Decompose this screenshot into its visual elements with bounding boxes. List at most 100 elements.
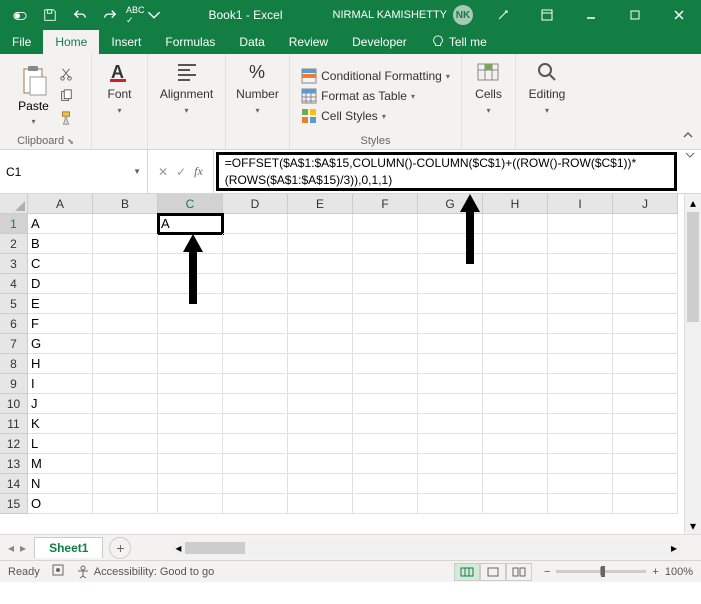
- cell-A4[interactable]: D: [28, 274, 93, 294]
- cell-G7[interactable]: [418, 334, 483, 354]
- cell-A7[interactable]: G: [28, 334, 93, 354]
- row-header-1[interactable]: 1: [0, 214, 28, 234]
- sheet-tab-1[interactable]: Sheet1: [34, 537, 103, 558]
- cell-I7[interactable]: [548, 334, 613, 354]
- cell-D11[interactable]: [223, 414, 288, 434]
- cell-F3[interactable]: [353, 254, 418, 274]
- cell-E8[interactable]: [288, 354, 353, 374]
- cell-C15[interactable]: [158, 494, 223, 514]
- cell-B4[interactable]: [93, 274, 158, 294]
- formula-input[interactable]: =OFFSET($A$1:$A$15,COLUMN()-COLUMN($C$1)…: [216, 152, 677, 191]
- cell-F1[interactable]: [353, 214, 418, 234]
- scroll-thumb[interactable]: [687, 212, 699, 322]
- cell-C8[interactable]: [158, 354, 223, 374]
- minimize-icon[interactable]: [569, 0, 613, 30]
- tab-home[interactable]: Home: [43, 30, 99, 54]
- tab-data[interactable]: Data: [227, 30, 276, 54]
- cell-J13[interactable]: [613, 454, 678, 474]
- cell-H15[interactable]: [483, 494, 548, 514]
- macro-record-icon[interactable]: [52, 564, 64, 579]
- format-painter-icon[interactable]: [56, 109, 76, 127]
- col-header-E[interactable]: E: [288, 194, 353, 214]
- cell-J4[interactable]: [613, 274, 678, 294]
- cell-D15[interactable]: [223, 494, 288, 514]
- cell-C6[interactable]: [158, 314, 223, 334]
- cell-G11[interactable]: [418, 414, 483, 434]
- cell-G12[interactable]: [418, 434, 483, 454]
- col-header-J[interactable]: J: [613, 194, 678, 214]
- paste-button[interactable]: Paste ▾: [16, 63, 52, 128]
- cell-B6[interactable]: [93, 314, 158, 334]
- cell-B2[interactable]: [93, 234, 158, 254]
- cell-J12[interactable]: [613, 434, 678, 454]
- cell-J2[interactable]: [613, 234, 678, 254]
- cell-E1[interactable]: [288, 214, 353, 234]
- qa-customize-icon[interactable]: [147, 3, 161, 27]
- cell-E4[interactable]: [288, 274, 353, 294]
- cell-F8[interactable]: [353, 354, 418, 374]
- format-as-table-button[interactable]: Format as Table ▾: [301, 87, 415, 105]
- view-page-break-icon[interactable]: [506, 563, 532, 581]
- cell-H13[interactable]: [483, 454, 548, 474]
- zoom-out-icon[interactable]: −: [544, 566, 550, 578]
- row-header-11[interactable]: 11: [0, 414, 28, 434]
- font-button[interactable]: A Font▾: [103, 58, 135, 117]
- zoom-in-icon[interactable]: +: [652, 566, 658, 578]
- editing-button[interactable]: Editing▾: [525, 58, 570, 117]
- cell-H7[interactable]: [483, 334, 548, 354]
- cell-B7[interactable]: [93, 334, 158, 354]
- scroll-down-icon[interactable]: ▾: [685, 517, 701, 534]
- cell-F9[interactable]: [353, 374, 418, 394]
- row-header-12[interactable]: 12: [0, 434, 28, 454]
- cell-D7[interactable]: [223, 334, 288, 354]
- row-header-14[interactable]: 14: [0, 474, 28, 494]
- row-header-2[interactable]: 2: [0, 234, 28, 254]
- cell-H4[interactable]: [483, 274, 548, 294]
- cell-H5[interactable]: [483, 294, 548, 314]
- col-header-C[interactable]: C: [158, 194, 223, 214]
- cell-F11[interactable]: [353, 414, 418, 434]
- horizontal-scrollbar[interactable]: ◂ ▸: [171, 541, 681, 555]
- cell-G15[interactable]: [418, 494, 483, 514]
- cell-F12[interactable]: [353, 434, 418, 454]
- col-header-F[interactable]: F: [353, 194, 418, 214]
- cell-A14[interactable]: N: [28, 474, 93, 494]
- cell-D4[interactable]: [223, 274, 288, 294]
- cell-H14[interactable]: [483, 474, 548, 494]
- cell-I9[interactable]: [548, 374, 613, 394]
- cell-B15[interactable]: [93, 494, 158, 514]
- cell-E6[interactable]: [288, 314, 353, 334]
- cell-C13[interactable]: [158, 454, 223, 474]
- cell-F13[interactable]: [353, 454, 418, 474]
- cell-G5[interactable]: [418, 294, 483, 314]
- cell-E13[interactable]: [288, 454, 353, 474]
- col-header-H[interactable]: H: [483, 194, 548, 214]
- zoom-control[interactable]: − + 100%: [544, 566, 693, 578]
- cells-button[interactable]: Cells▾: [471, 58, 506, 117]
- cell-G6[interactable]: [418, 314, 483, 334]
- cell-D1[interactable]: [223, 214, 288, 234]
- cell-E7[interactable]: [288, 334, 353, 354]
- cell-H1[interactable]: [483, 214, 548, 234]
- cell-I8[interactable]: [548, 354, 613, 374]
- row-header-5[interactable]: 5: [0, 294, 28, 314]
- redo-icon[interactable]: [96, 3, 124, 27]
- cell-B9[interactable]: [93, 374, 158, 394]
- cell-H3[interactable]: [483, 254, 548, 274]
- row-header-10[interactable]: 10: [0, 394, 28, 414]
- cell-D8[interactable]: [223, 354, 288, 374]
- cell-I10[interactable]: [548, 394, 613, 414]
- cell-C1[interactable]: A: [158, 214, 223, 234]
- cell-I5[interactable]: [548, 294, 613, 314]
- cell-J14[interactable]: [613, 474, 678, 494]
- view-page-layout-icon[interactable]: [480, 563, 506, 581]
- autosave-toggle-icon[interactable]: [6, 3, 34, 27]
- cell-H6[interactable]: [483, 314, 548, 334]
- sheet-nav-next-icon[interactable]: ▸: [20, 541, 26, 555]
- cell-I4[interactable]: [548, 274, 613, 294]
- row-header-13[interactable]: 13: [0, 454, 28, 474]
- ribbon-options-icon[interactable]: [525, 0, 569, 30]
- cell-A13[interactable]: M: [28, 454, 93, 474]
- cell-G8[interactable]: [418, 354, 483, 374]
- cell-E2[interactable]: [288, 234, 353, 254]
